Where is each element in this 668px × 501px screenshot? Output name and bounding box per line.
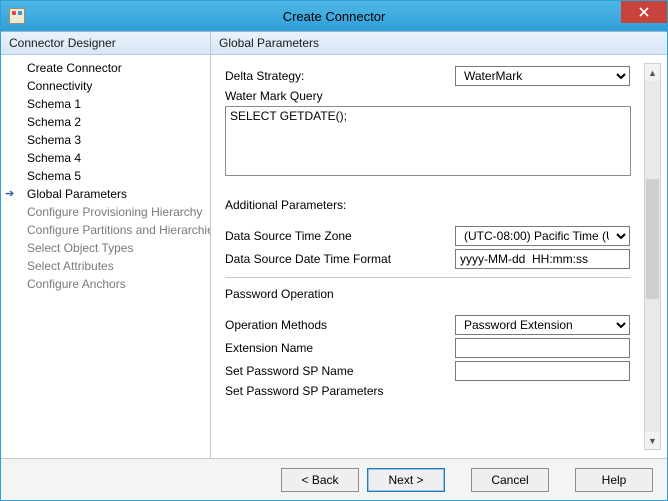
operation-methods-label: Operation Methods: [225, 318, 455, 332]
delta-strategy-select[interactable]: WaterMark: [455, 66, 630, 86]
nav-items: Create Connector Connectivity Schema 1 S…: [1, 55, 210, 458]
title-bar: Create Connector: [1, 1, 667, 31]
close-button[interactable]: [621, 1, 667, 23]
separator: [225, 277, 631, 278]
nav-item-connectivity[interactable]: Connectivity: [21, 77, 210, 95]
close-icon: [639, 7, 649, 17]
additional-parameters-label: Additional Parameters:: [225, 198, 455, 212]
set-password-sp-params-label: Set Password SP Parameters: [225, 384, 455, 398]
nav-item-select-object-types[interactable]: Select Object Types: [21, 239, 210, 257]
nav-panel: Connector Designer Create Connector Conn…: [1, 32, 211, 458]
nav-item-global-parameters[interactable]: ➔Global Parameters: [21, 185, 210, 203]
ds-datetime-format-input[interactable]: [455, 249, 630, 269]
nav-item-configure-provisioning-hierarchy[interactable]: Configure Provisioning Hierarchy: [21, 203, 210, 221]
extension-name-label: Extension Name: [225, 341, 455, 355]
nav-item-select-attributes[interactable]: Select Attributes: [21, 257, 210, 275]
nav-item-configure-partitions-and-hierarchies[interactable]: Configure Partitions and Hierarchies: [21, 221, 210, 239]
scroll-up-icon[interactable]: ▲: [645, 64, 660, 81]
current-arrow-icon: ➔: [5, 187, 14, 200]
set-password-sp-name-label: Set Password SP Name: [225, 364, 455, 378]
form-scroll-area: Delta Strategy: WaterMark Water Mark Que…: [225, 63, 637, 450]
extension-name-input[interactable]: [455, 338, 630, 358]
nav-item-schema-5[interactable]: Schema 5: [21, 167, 210, 185]
nav-item-schema-3[interactable]: Schema 3: [21, 131, 210, 149]
set-password-sp-name-input[interactable]: [455, 361, 630, 381]
back-button[interactable]: < Back: [281, 468, 359, 492]
main-area: Connector Designer Create Connector Conn…: [1, 31, 667, 458]
scroll-track[interactable]: [645, 81, 660, 432]
ds-datetime-format-label: Data Source Date Time Format: [225, 252, 455, 266]
delta-strategy-label: Delta Strategy:: [225, 69, 455, 83]
nav-item-configure-anchors[interactable]: Configure Anchors: [21, 275, 210, 293]
operation-methods-select[interactable]: Password Extension: [455, 315, 630, 335]
next-button[interactable]: Next >: [367, 468, 445, 492]
password-operation-label: Password Operation: [225, 287, 455, 301]
nav-item-schema-4[interactable]: Schema 4: [21, 149, 210, 167]
content-panel: Global Parameters Delta Strategy: WaterM…: [211, 32, 667, 458]
button-bar: < Back Next > Cancel Help: [1, 458, 667, 500]
nav-item-schema-2[interactable]: Schema 2: [21, 113, 210, 131]
content-header: Global Parameters: [211, 32, 667, 55]
ds-timezone-label: Data Source Time Zone: [225, 229, 455, 243]
vertical-scrollbar[interactable]: ▲ ▼: [644, 63, 661, 450]
window-title: Create Connector: [1, 9, 667, 24]
ds-timezone-select[interactable]: (UTC-08:00) Pacific Time (US & C: [455, 226, 630, 246]
nav-item-schema-1[interactable]: Schema 1: [21, 95, 210, 113]
nav-header: Connector Designer: [1, 32, 210, 55]
content-body: Delta Strategy: WaterMark Water Mark Que…: [211, 55, 667, 458]
nav-item-create-connector[interactable]: Create Connector: [21, 59, 210, 77]
help-button[interactable]: Help: [575, 468, 653, 492]
scroll-thumb[interactable]: [646, 179, 659, 298]
cancel-button[interactable]: Cancel: [471, 468, 549, 492]
scroll-down-icon[interactable]: ▼: [645, 432, 660, 449]
watermark-query-textarea[interactable]: SELECT GETDATE();: [225, 106, 631, 176]
watermark-query-label: Water Mark Query: [225, 89, 455, 103]
